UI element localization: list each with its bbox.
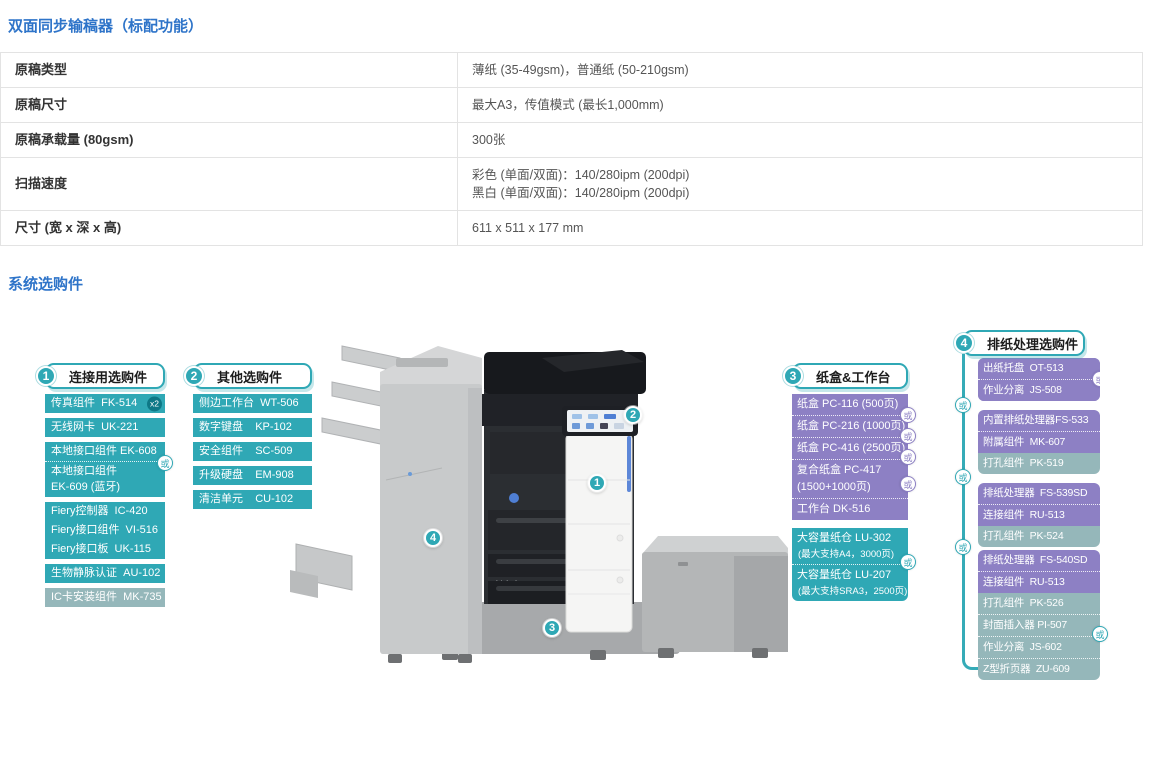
- option-em-908: 升级硬盘 EM-908: [193, 466, 312, 485]
- table-row: 扫描速度 彩色 (单面/双面)：140/280ipm (200dpi) 黑白 (…: [1, 158, 1143, 211]
- group1-number-badge: 1: [36, 366, 56, 386]
- group-other-options: 2 其他选购件 侧边工作台 WT-506 数字键盘 KP-102 安全组件 SC…: [193, 363, 312, 509]
- option-ek-608-609: 本地接口组件 EK-608 本地接口组件 EK-609 (蓝牙) 或: [45, 442, 165, 497]
- spec-label: 扫描速度: [1, 158, 458, 211]
- or-badge: 或: [955, 397, 971, 413]
- or-badge: 或: [955, 469, 971, 485]
- table-row: 原稿尺寸 最大A3，传值模式 (最长1,000mm): [1, 88, 1143, 123]
- group2-header: 2 其他选购件: [193, 363, 312, 389]
- table-row: 原稿承载量 (80gsm) 300张: [1, 123, 1143, 158]
- or-badge: 或: [900, 407, 916, 423]
- spec-label: 原稿类型: [1, 53, 458, 88]
- group4-title: 排纸处理选购件: [987, 334, 1078, 353]
- option-cu-102: 清洁单元 CU-102: [193, 490, 312, 509]
- spec-label: 尺寸 (宽 x 深 x 高): [1, 211, 458, 246]
- option-fs-533-set: 内置排纸处理器FS-533 附属组件 MK-607 打孔组件 PK-519: [978, 410, 1100, 474]
- printer-marker-1: 1: [588, 474, 606, 492]
- spec-table: 原稿类型 薄纸 (35-49gsm)，普通纸 (50-210gsm) 原稿尺寸 …: [0, 52, 1143, 246]
- printer-white-tower: [566, 434, 632, 632]
- spec-value: 300张: [458, 123, 1143, 158]
- option-fiery-set: Fiery控制器 IC-420 Fiery接口组件 VI-516 Fiery接口…: [45, 502, 165, 559]
- group3-number-badge: 3: [783, 366, 803, 386]
- group3-title: 纸盒&工作台: [816, 367, 890, 386]
- or-badge: 或: [157, 455, 173, 471]
- or-badge: 或: [900, 428, 916, 444]
- option-fs-540sd-set: 排纸处理器 FS-540SD 连接组件 RU-513 打孔组件 PK-526 封…: [978, 550, 1100, 680]
- option-sc-509: 安全组件 SC-509: [193, 442, 312, 461]
- option-wifi-uk-221: 无线网卡 UK-221: [45, 418, 165, 437]
- spec-label: 原稿尺寸: [1, 88, 458, 123]
- or-badge: 或: [1092, 626, 1108, 642]
- group1-header: 1 连接用选购件: [45, 363, 165, 389]
- group-paper-trays: 3 纸盒&工作台 纸盒 PC-116 (500页) 纸盒 PC-216 (100…: [792, 363, 908, 601]
- printer-lct-unit: [642, 536, 788, 658]
- group-finishing-options: 4 排纸处理选购件: [963, 330, 1085, 356]
- table-row: 尺寸 (宽 x 深 x 高) 611 x 511 x 177 mm: [1, 211, 1143, 246]
- or-badge: 或: [900, 476, 916, 492]
- or-badge: 或: [900, 554, 916, 570]
- or-badge: 或: [955, 539, 971, 555]
- feeder-section-title: 双面同步输稿器（标配功能）: [0, 0, 1150, 36]
- system-options-diagram: bizhub: [0, 310, 1150, 764]
- option-fax-fk-514: 传真组件 FK-514 x2: [45, 394, 165, 413]
- option-kp-102: 数字键盘 KP-102: [193, 418, 312, 437]
- spec-value: 彩色 (单面/双面)：140/280ipm (200dpi) 黑白 (单面/双面…: [458, 158, 1143, 211]
- finisher-body: [380, 346, 482, 663]
- group3-header: 3 纸盒&工作台: [792, 363, 908, 389]
- spec-value: 611 x 511 x 177 mm: [458, 211, 1143, 246]
- option-au-102: 生物静脉认证 AU-102: [45, 564, 165, 583]
- options-section-title: 系统选购件: [0, 246, 1150, 294]
- spec-value: 薄纸 (35-49gsm)，普通纸 (50-210gsm): [458, 53, 1143, 88]
- printer-marker-4: 4: [424, 529, 442, 547]
- printer-marker-2: 2: [624, 406, 642, 424]
- group1-title: 连接用选购件: [69, 367, 147, 386]
- option-large-capacity-units: 大容量纸仓 LU-302 (最大支持A4，3000页) 大容量纸仓 LU-207…: [792, 528, 908, 601]
- printer-illustration: bizhub: [290, 332, 790, 667]
- group-connection-options: 1 连接用选购件 传真组件 FK-514 x2 无线网卡 UK-221 本地接口…: [45, 363, 165, 607]
- group4-header: 4 排纸处理选购件: [963, 330, 1085, 356]
- option-wt-506: 侧边工作台 WT-506: [193, 394, 312, 413]
- option-paper-cassettes: 纸盒 PC-116 (500页) 纸盒 PC-216 (1000页) 纸盒 PC…: [792, 394, 908, 520]
- option-fs-539sd-set: 排纸处理器 FS-539SD 连接组件 RU-513 打孔组件 PK-524: [978, 483, 1100, 547]
- group2-title: 其他选购件: [217, 367, 282, 386]
- group4-number-badge: 4: [954, 333, 974, 353]
- spec-value-line: 彩色 (单面/双面)：140/280ipm (200dpi): [472, 166, 1128, 184]
- spec-value: 最大A3，传值模式 (最长1,000mm): [458, 88, 1143, 123]
- spec-label: 原稿承载量 (80gsm): [1, 123, 458, 158]
- brand-logo: [509, 493, 519, 503]
- group2-number-badge: 2: [184, 366, 204, 386]
- option-ot-513-js-508: 出纸托盘 OT-513 作业分离 JS-508 或: [978, 358, 1100, 401]
- table-row: 原稿类型 薄纸 (35-49gsm)，普通纸 (50-210gsm): [1, 53, 1143, 88]
- spec-value-line: 黑白 (单面/双面)：140/280ipm (200dpi): [472, 184, 1128, 202]
- or-badge: 或: [900, 449, 916, 465]
- option-mk-735: IC卡安装组件 MK-735: [45, 588, 165, 607]
- printer-marker-3: 3: [543, 619, 561, 637]
- x2-badge: x2: [147, 396, 162, 411]
